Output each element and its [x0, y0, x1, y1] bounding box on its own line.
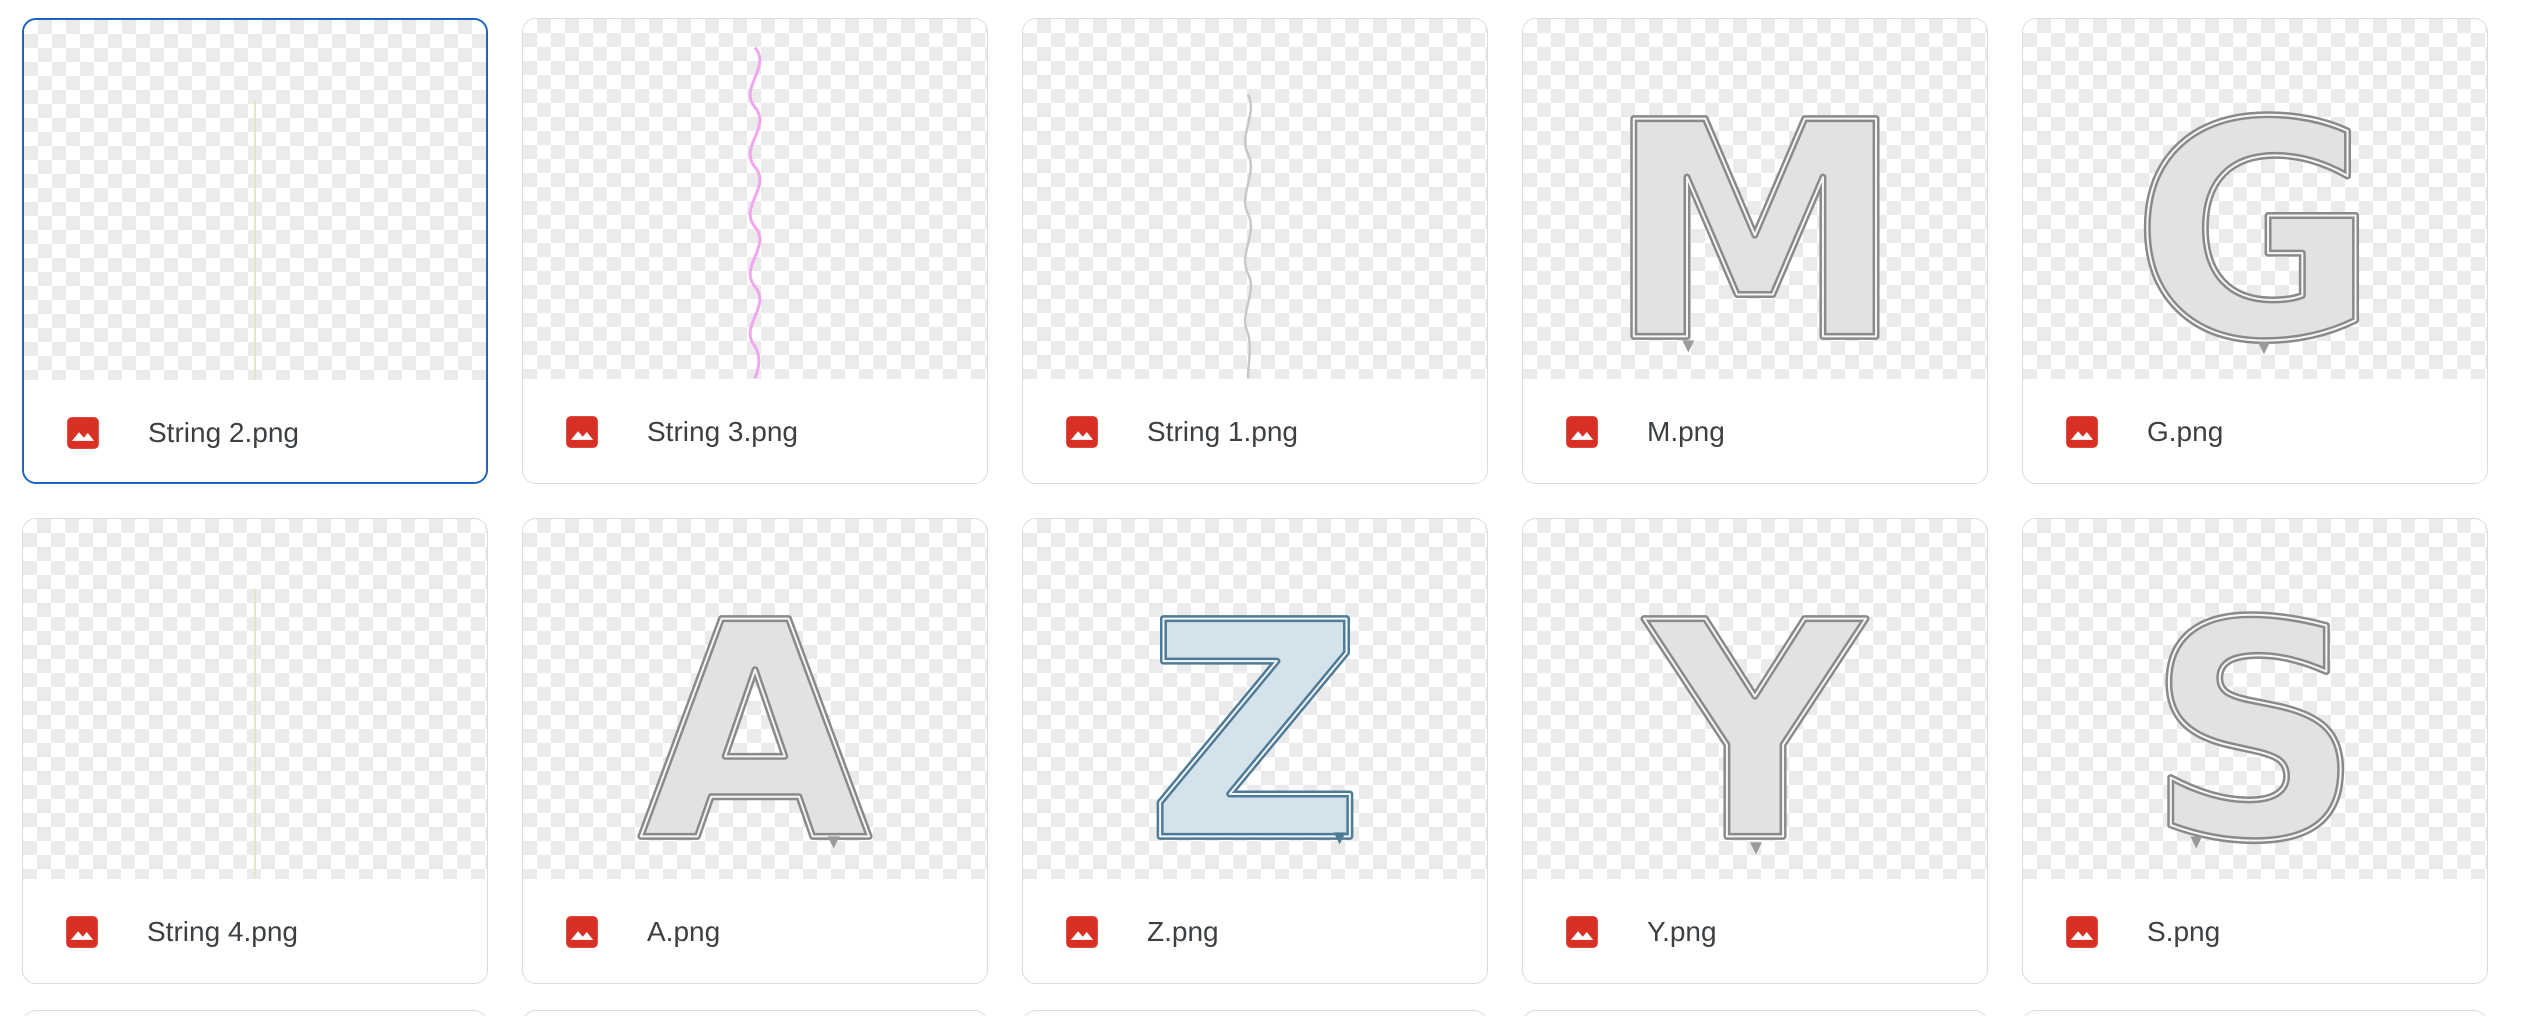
card-footer: String 3.png: [523, 379, 987, 483]
card-footer: S.png: [2023, 879, 2487, 983]
image-file-icon: [1563, 413, 1601, 451]
wavy-pink-string-image: [748, 46, 762, 379]
file-name: G.png: [2147, 416, 2224, 447]
image-file-icon: [1563, 913, 1601, 951]
thumbnail: S S: [2023, 519, 2487, 879]
file-card-a[interactable]: A A A.png: [522, 518, 988, 984]
file-name: M.png: [1647, 416, 1725, 447]
file-card-partial[interactable]: [522, 1010, 988, 1016]
thumbnail: A A: [523, 519, 987, 879]
file-name: String 3.png: [647, 416, 798, 447]
thumbnail: G G: [2023, 19, 2487, 379]
file-card-partial[interactable]: [1522, 1010, 1988, 1016]
thin-string-image: [254, 100, 256, 379]
balloon-letter-a-image: A A: [636, 557, 876, 879]
file-card-z[interactable]: Z Z Z.png: [1022, 518, 1488, 984]
thumbnail: Y Y: [1523, 519, 1987, 879]
svg-text:S: S: [2147, 560, 2362, 879]
svg-text:Z: Z: [1147, 560, 1364, 879]
balloon-letter-z-image: Z Z: [1143, 557, 1367, 879]
thin-string-image: [254, 589, 256, 879]
image-file-icon: [1063, 913, 1101, 951]
image-file-icon: [563, 913, 601, 951]
image-file-icon: [64, 414, 102, 452]
image-file-icon: [563, 413, 601, 451]
file-grid: String 2.png String 3.png String 1.png M…: [0, 0, 2522, 1016]
svg-text:M: M: [1606, 60, 1903, 379]
file-card-y[interactable]: Y Y Y.png: [1522, 518, 1988, 984]
image-file-icon: [1063, 413, 1101, 451]
balloon-letter-m-image: M M: [1603, 57, 1907, 379]
file-name: S.png: [2147, 916, 2221, 947]
file-card-g[interactable]: G G G.png: [2022, 18, 2488, 484]
thumbnail: [24, 20, 486, 380]
file-name: String 2.png: [148, 417, 299, 448]
svg-text:G: G: [2132, 60, 2377, 379]
file-name: String 4.png: [147, 916, 298, 947]
file-card-string-2[interactable]: String 2.png: [22, 18, 488, 484]
thumbnail: Z Z: [1023, 519, 1487, 879]
thumbnail: [1023, 19, 1487, 379]
card-footer: Z.png: [1023, 879, 1487, 983]
file-card-s[interactable]: S S S.png: [2022, 518, 2488, 984]
file-name: String 1.png: [1147, 416, 1298, 447]
image-file-icon: [2063, 413, 2101, 451]
balloon-letter-s-image: S S: [2144, 557, 2366, 879]
file-card-partial[interactable]: [22, 1010, 488, 1016]
svg-text:Y: Y: [1642, 560, 1866, 879]
file-card-partial[interactable]: [1022, 1010, 1488, 1016]
file-card-string-1[interactable]: String 1.png: [1022, 18, 1488, 484]
card-footer: String 4.png: [23, 879, 487, 983]
svg-text:A: A: [639, 560, 872, 879]
file-name: Z.png: [1147, 916, 1219, 947]
file-name: A.png: [647, 916, 721, 947]
thumbnail: [523, 19, 987, 379]
file-name: Y.png: [1647, 916, 1717, 947]
balloon-letter-g-image: G G: [2129, 57, 2381, 379]
wavy-gray-string-image: [1243, 93, 1253, 379]
image-file-icon: [2063, 913, 2101, 951]
file-card-string-3[interactable]: String 3.png: [522, 18, 988, 484]
card-footer: String 1.png: [1023, 379, 1487, 483]
card-footer: A.png: [523, 879, 987, 983]
file-card-partial[interactable]: [2022, 1010, 2488, 1016]
file-card-m[interactable]: M M M.png: [1522, 18, 1988, 484]
card-footer: G.png: [2023, 379, 2487, 483]
card-footer: String 2.png: [24, 380, 486, 482]
thumbnail: M M: [1523, 19, 1987, 379]
card-footer: M.png: [1523, 379, 1987, 483]
file-card-string-4[interactable]: String 4.png: [22, 518, 488, 984]
image-file-icon: [63, 913, 101, 951]
thumbnail: [23, 519, 487, 879]
card-footer: Y.png: [1523, 879, 1987, 983]
balloon-letter-y-image: Y Y: [1639, 557, 1870, 879]
